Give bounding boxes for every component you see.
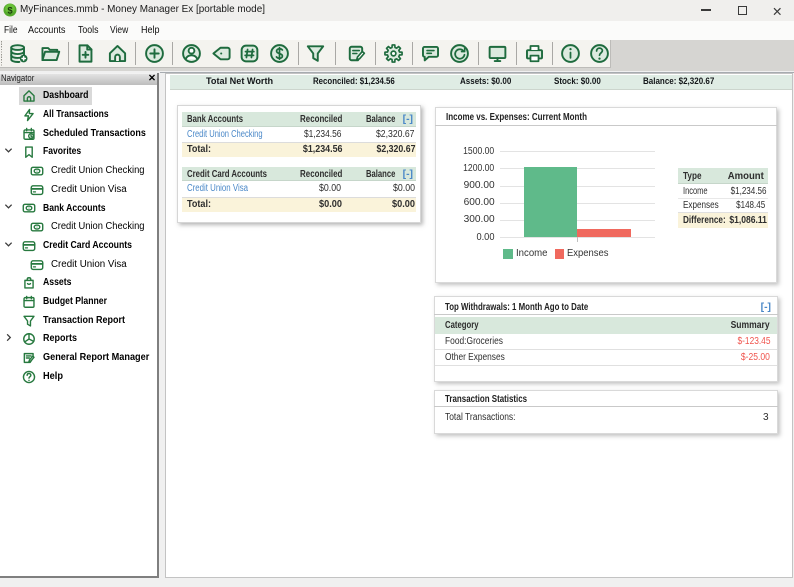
svg-text:$: $: [7, 6, 13, 17]
